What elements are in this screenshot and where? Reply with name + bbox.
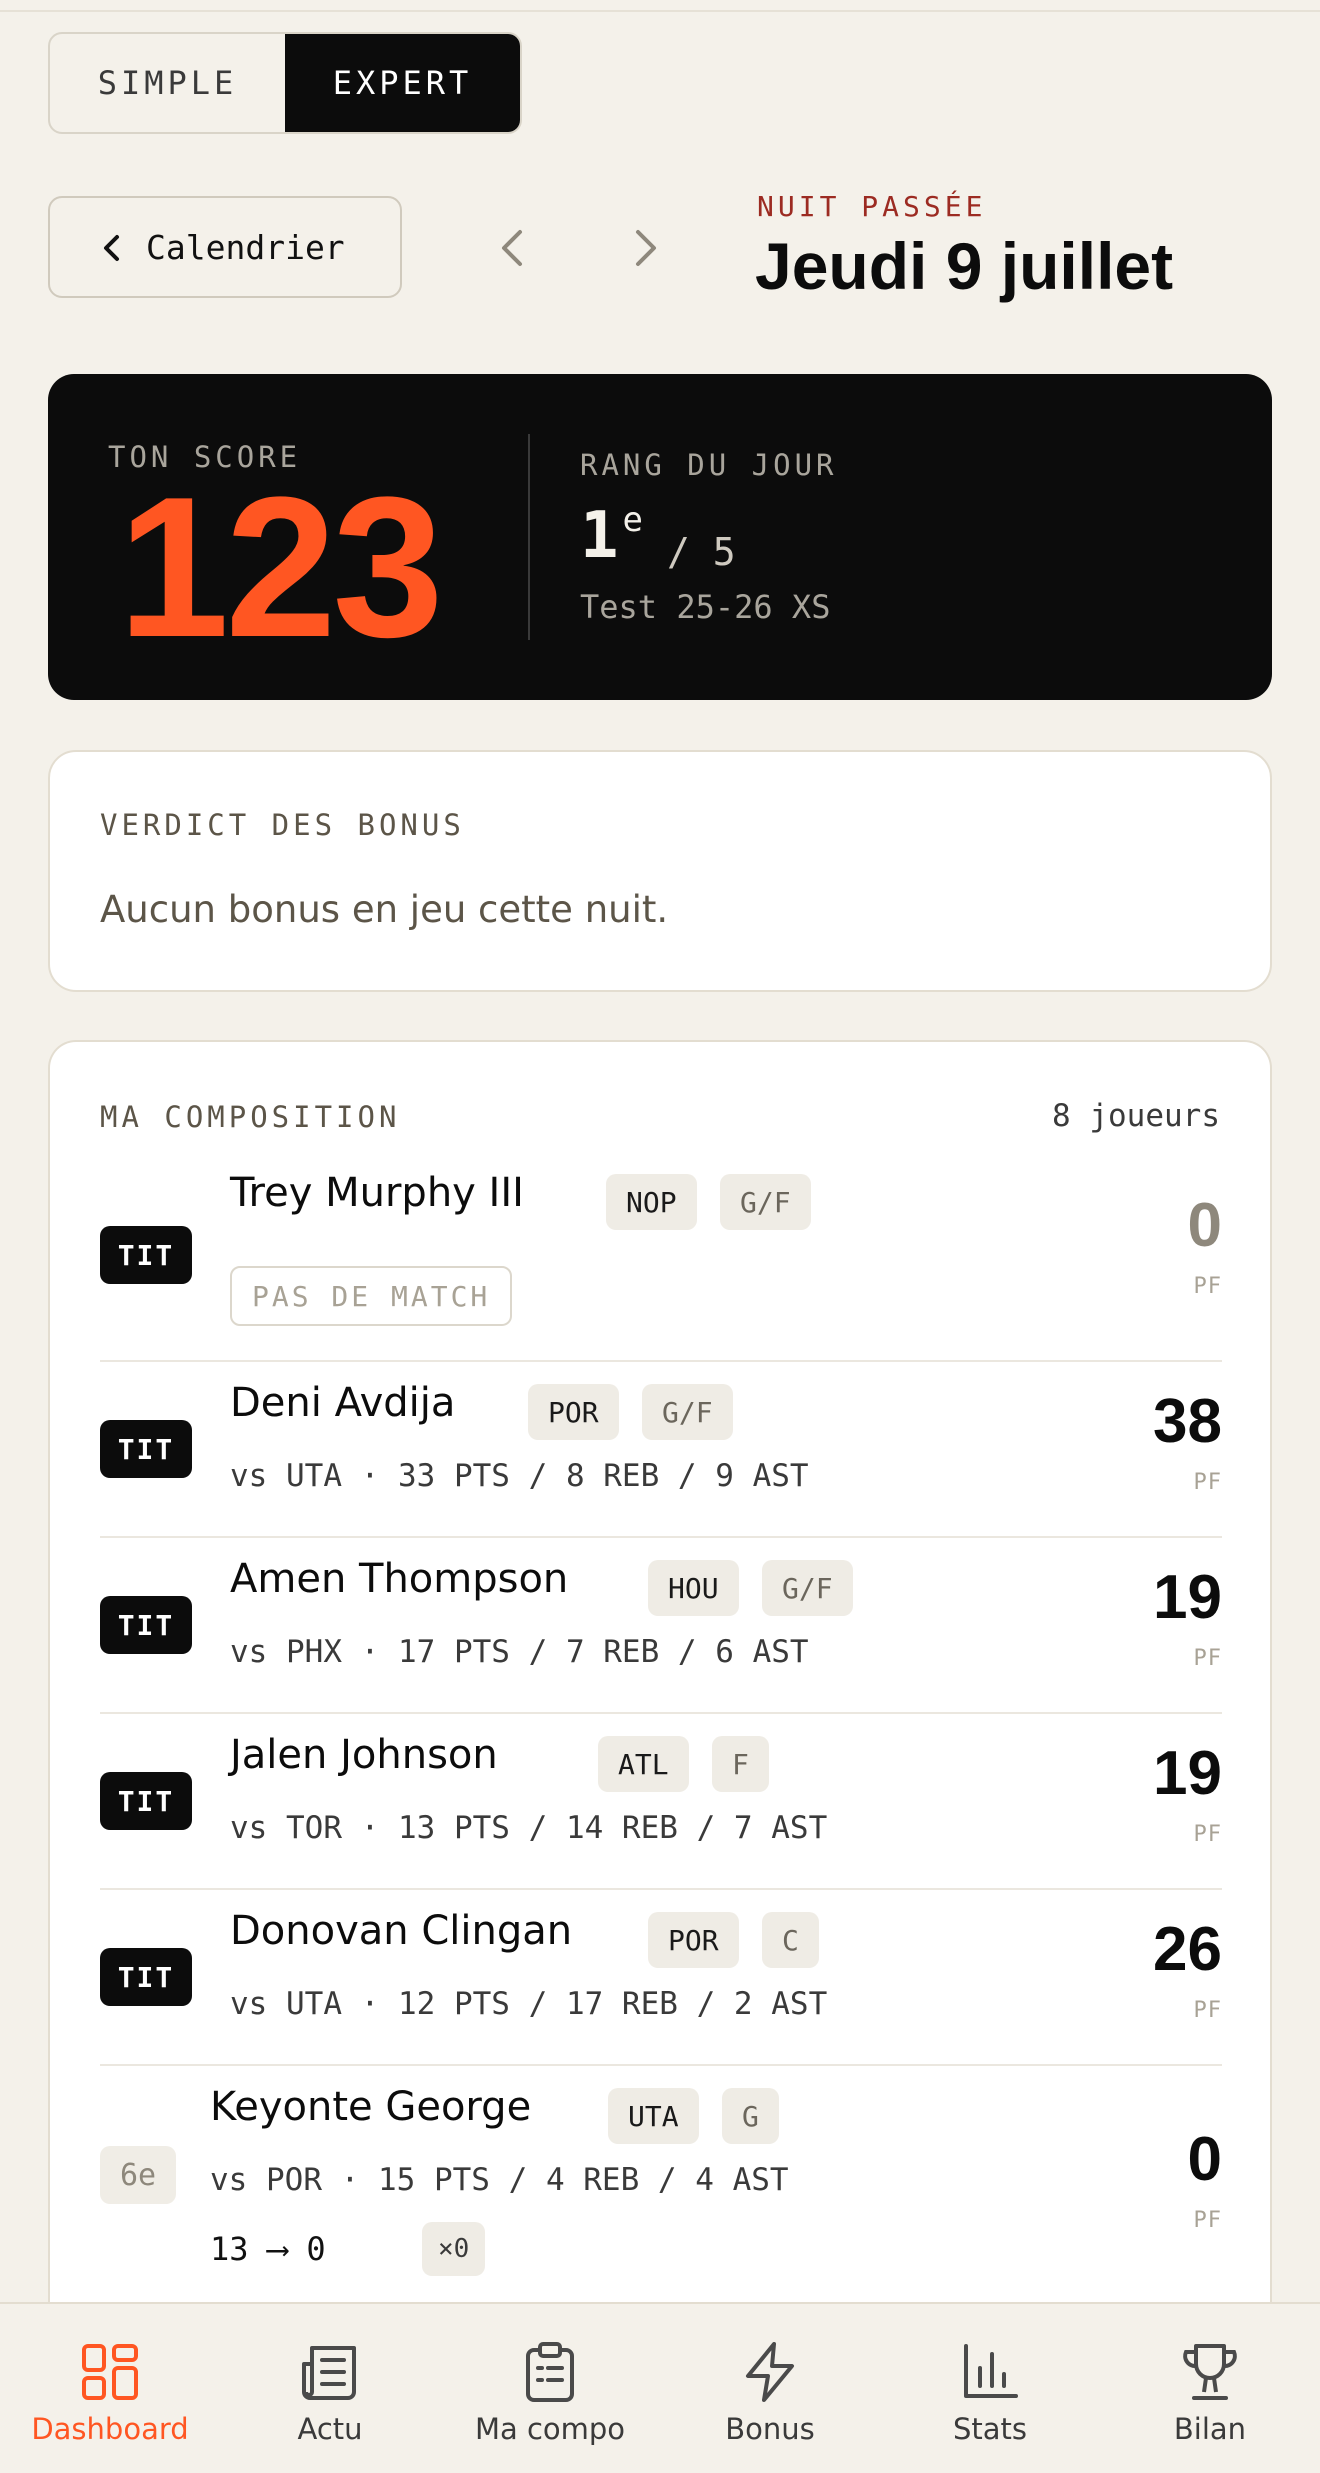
rank-value: 1	[580, 499, 619, 573]
mode-simple-button[interactable]: SIMPLE	[50, 34, 285, 132]
player-name: Donovan Clingan	[230, 1908, 573, 1954]
nav-actu[interactable]: Actu	[220, 2304, 440, 2473]
score-value: 123	[118, 456, 444, 679]
score-divider	[528, 434, 530, 640]
nav-label: Dashboard	[31, 2412, 189, 2446]
nav-bilan[interactable]: Bilan	[1100, 2304, 1320, 2473]
composition-count: 8 joueurs	[1052, 1098, 1220, 1134]
previous-day-arrow-icon[interactable]	[498, 228, 524, 268]
starter-tag: TIT	[100, 1420, 192, 1478]
next-day-arrow-icon[interactable]	[634, 228, 660, 268]
player-name: Keyonte George	[210, 2084, 532, 2130]
team-badge: NOP	[606, 1174, 697, 1230]
starter-tag: TIT	[100, 1948, 192, 2006]
points-unit-label: PF	[1193, 2208, 1222, 2233]
player-row[interactable]: TIT Donovan Clingan POR C vs UTA · 12 PT…	[100, 1888, 1222, 2064]
position-badge: C	[762, 1912, 819, 1968]
top-divider	[0, 10, 1320, 12]
clipboard-icon	[526, 2342, 574, 2402]
rank-suffix: e	[622, 500, 644, 540]
points-unit-label: PF	[1193, 1822, 1222, 1847]
page-title: Jeudi 9 juillet	[755, 229, 1174, 303]
position-badge: G/F	[762, 1560, 853, 1616]
team-badge: POR	[528, 1384, 619, 1440]
bonus-text: Aucun bonus en jeu cette nuit.	[100, 888, 669, 931]
player-row[interactable]: TIT Trey Murphy III NOP G/F PAS DE MATCH…	[100, 1162, 1222, 1380]
player-name: Amen Thompson	[230, 1556, 569, 1602]
score-card: TON SCORE 123 RANG DU JOUR 1 e / 5 Test …	[48, 374, 1272, 700]
player-row[interactable]: TIT Amen Thompson HOU G/F vs PHX · 17 PT…	[100, 1536, 1222, 1712]
team-badge: HOU	[648, 1560, 739, 1616]
player-stat-line: vs TOR · 13 PTS / 14 REB / 7 AST	[230, 1810, 828, 1846]
rank-row: 1 e / 5	[580, 496, 736, 576]
points-unit-label: PF	[1193, 1646, 1222, 1671]
points-unit-label: PF	[1193, 1274, 1222, 1299]
nav-label: Stats	[952, 2412, 1028, 2446]
newspaper-icon	[302, 2346, 356, 2400]
date-eyebrow: NUIT PASSÉE	[757, 190, 987, 223]
league-name: Test 25-26 XS	[580, 588, 831, 626]
position-badge: F	[712, 1736, 769, 1792]
nav-label: Ma compo	[474, 2412, 626, 2446]
nav-label: Actu	[297, 2412, 363, 2446]
nav-bonus[interactable]: Bonus	[660, 2304, 880, 2473]
lightning-icon	[746, 2342, 794, 2402]
rank-label: RANG DU JOUR	[580, 448, 838, 482]
position-badge: G/F	[642, 1384, 733, 1440]
player-row[interactable]: 6e Keyonte George UTA G vs POR · 15 PTS …	[100, 2064, 1222, 2304]
starter-tag: TIT	[100, 1596, 192, 1654]
player-points: 0	[1187, 2125, 1222, 2194]
player-stat-line: vs UTA · 12 PTS / 17 REB / 2 AST	[230, 1986, 828, 2022]
player-name: Trey Murphy III	[230, 1170, 524, 1216]
player-points: 38	[1153, 1387, 1222, 1456]
position-badge: G	[722, 2088, 779, 2144]
player-row[interactable]: TIT Deni Avdija POR G/F vs UTA · 33 PTS …	[100, 1360, 1222, 1536]
bench-rank-tag: 6e	[100, 2146, 176, 2204]
player-points: 0	[1187, 1191, 1222, 1260]
nav-ma-compo[interactable]: Ma compo	[440, 2304, 660, 2473]
mode-toggle[interactable]: SIMPLE EXPERT	[48, 32, 522, 134]
player-stat-line: vs POR · 15 PTS / 4 REB / 4 AST	[210, 2162, 789, 2198]
trophy-icon	[1183, 2344, 1237, 2400]
player-stat-line: vs PHX · 17 PTS / 7 REB / 6 AST	[230, 1634, 809, 1670]
player-stat-line: vs UTA · 33 PTS / 8 REB / 9 AST	[230, 1458, 809, 1494]
points-unit-label: PF	[1193, 1998, 1222, 2023]
calendar-button[interactable]: Calendrier	[48, 196, 402, 298]
dashboard-icon	[82, 2344, 138, 2400]
nav-stats[interactable]: Stats	[880, 2304, 1100, 2473]
bar-chart-icon	[964, 2344, 1018, 2398]
nav-label: Bonus	[725, 2412, 815, 2446]
composition-title: MA COMPOSITION	[100, 1100, 401, 1134]
points-unit-label: PF	[1193, 1470, 1222, 1495]
calendar-button-label: Calendrier	[146, 227, 345, 267]
player-name: Jalen Johnson	[230, 1732, 498, 1778]
player-points: 26	[1153, 1915, 1222, 1984]
team-badge: UTA	[608, 2088, 699, 2144]
composition-card: MA COMPOSITION 8 joueurs TIT Trey Murphy…	[48, 1040, 1272, 2473]
player-points: 19	[1153, 1739, 1222, 1808]
player-points: 19	[1153, 1563, 1222, 1632]
starter-tag: TIT	[100, 1772, 192, 1830]
player-name: Deni Avdija	[230, 1380, 456, 1426]
multiplier-badge: ×0	[422, 2222, 486, 2276]
no-match-badge: PAS DE MATCH	[230, 1266, 513, 1326]
player-row[interactable]: TIT Jalen Johnson ATL F vs TOR · 13 PTS …	[100, 1712, 1222, 1888]
mode-expert-button[interactable]: EXPERT	[285, 34, 520, 132]
bonus-title: VERDICT DES BONUS	[100, 808, 465, 842]
team-badge: ATL	[598, 1736, 689, 1792]
starter-tag: TIT	[100, 1226, 192, 1284]
score-conversion: 13 ⟶ 0	[210, 2230, 326, 2268]
nav-label: Bilan	[1173, 2412, 1247, 2446]
team-badge: POR	[648, 1912, 739, 1968]
chevron-left-icon	[104, 235, 119, 261]
rank-total: / 5	[667, 530, 736, 574]
bonus-verdict-card: VERDICT DES BONUS Aucun bonus en jeu cet…	[48, 750, 1272, 992]
nav-dashboard[interactable]: Dashboard	[0, 2304, 220, 2473]
position-badge: G/F	[720, 1174, 811, 1230]
bottom-navigation: Dashboard Actu Ma compo Bonus Stats Bila…	[0, 2302, 1320, 2473]
